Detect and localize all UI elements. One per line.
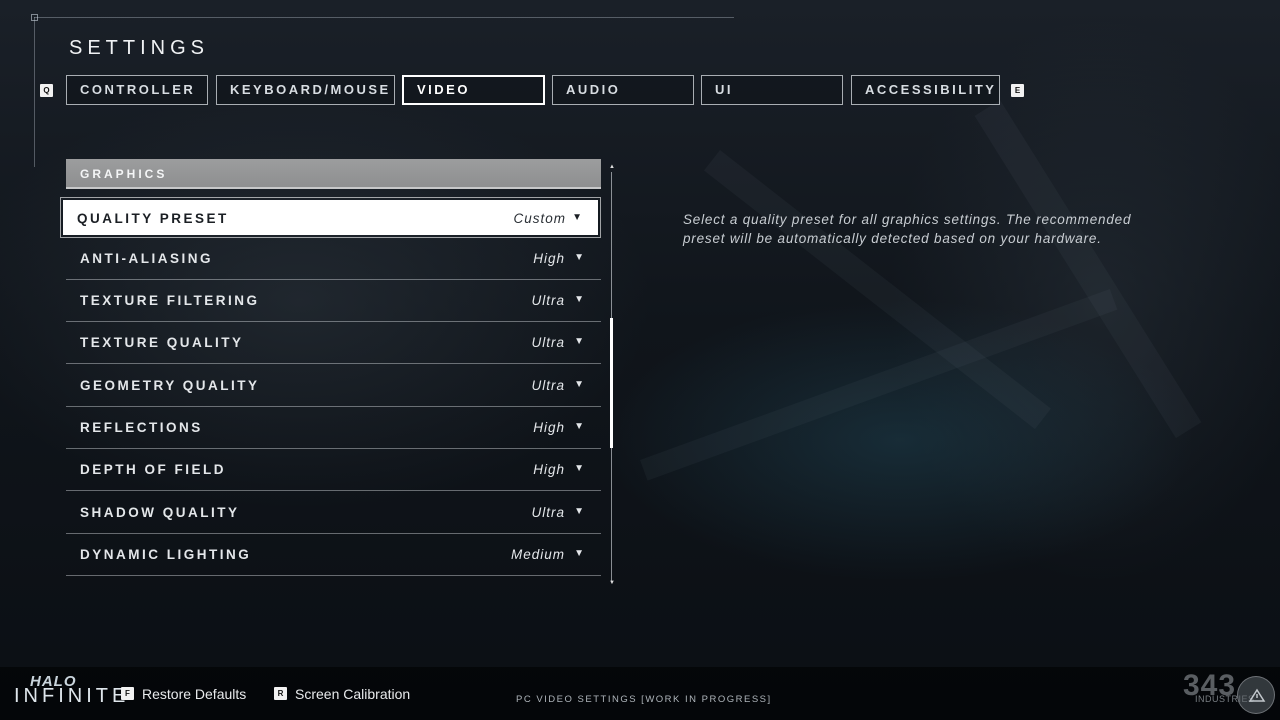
setting-label: TEXTURE FILTERING [80,293,260,308]
dropdown-arrow-icon[interactable]: ▼ [574,294,584,305]
setting-description: Select a quality preset for all graphics… [683,212,1132,246]
tab-audio[interactable]: AUDIO [552,75,694,105]
setting-value: Ultra [531,378,565,393]
setting-label: TEXTURE QUALITY [80,335,244,350]
tab-video[interactable]: VIDEO [402,75,545,105]
setting-value: Ultra [531,505,565,520]
tab-ui[interactable]: UI [701,75,843,105]
setting-value: Ultra [531,293,565,308]
next-tab-key-hint[interactable]: E [1011,84,1024,97]
dropdown-arrow-icon[interactable]: ▼ [574,379,584,390]
restore-defaults-button[interactable]: Restore Defaults [142,686,246,702]
setting-value: High [533,420,565,435]
network-status-icon [1237,676,1275,714]
setting-row-geometry-quality[interactable]: GEOMETRY QUALITY Ultra ▼ [66,365,601,407]
scroll-up-icon[interactable]: ▲ [609,164,615,170]
setting-row-anti-aliasing[interactable]: ANTI-ALIASING High ▼ [66,238,601,280]
setting-row-shadow-quality[interactable]: SHADOW QUALITY Ultra ▼ [66,492,601,534]
setting-label: REFLECTIONS [80,420,203,435]
tab-controller[interactable]: CONTROLLER [66,75,208,105]
setting-label: QUALITY PRESET [77,211,229,226]
setting-row-texture-filtering[interactable]: TEXTURE FILTERING Ultra ▼ [66,280,601,322]
setting-value: High [533,462,565,477]
setting-row-dynamic-lighting[interactable]: DYNAMIC LIGHTING Medium ▼ [66,534,601,576]
frame-line-top [34,17,734,18]
dropdown-arrow-icon[interactable]: ▼ [574,421,584,432]
setting-row-reflections[interactable]: REFLECTIONS High ▼ [66,407,601,449]
page-title: SETTINGS [69,37,210,59]
game-logo-bottom: INFINITE [14,685,130,707]
setting-row-texture-quality[interactable]: TEXTURE QUALITY Ultra ▼ [66,322,601,364]
dropdown-arrow-icon[interactable]: ▼ [574,252,584,263]
footer-note: PC VIDEO SETTINGS [WORK IN PROGRESS] [516,694,772,705]
screen-calibration-key-hint[interactable]: R [274,687,287,700]
section-header-graphics: GRAPHICS [66,159,601,189]
setting-row-depth-of-field[interactable]: DEPTH OF FIELD High ▼ [66,449,601,491]
setting-label: GEOMETRY QUALITY [80,378,260,393]
frame-line-left [34,17,35,167]
dropdown-arrow-icon[interactable]: ▼ [572,212,582,223]
scrollbar-thumb[interactable] [610,318,613,448]
setting-label: SHADOW QUALITY [80,505,240,520]
setting-label: DYNAMIC LIGHTING [80,547,252,562]
setting-value: Custom [513,211,566,226]
scroll-down-icon[interactable]: ▼ [609,580,615,586]
prev-tab-key-hint[interactable]: Q [40,84,53,97]
setting-label: ANTI-ALIASING [80,251,213,266]
screen-calibration-button[interactable]: Screen Calibration [295,686,410,702]
dropdown-arrow-icon[interactable]: ▼ [574,336,584,347]
dropdown-arrow-icon[interactable]: ▼ [574,463,584,474]
setting-label: DEPTH OF FIELD [80,462,226,477]
background-streak [640,288,1118,481]
dropdown-arrow-icon[interactable]: ▼ [574,506,584,517]
dropdown-arrow-icon[interactable]: ▼ [574,548,584,559]
tab-keyboard-mouse[interactable]: KEYBOARD/MOUSE [216,75,395,105]
restore-defaults-key-hint[interactable]: F [121,687,134,700]
setting-value: High [533,251,565,266]
setting-value: Ultra [531,335,565,350]
setting-row-quality-preset[interactable]: QUALITY PRESET Custom ▼ [60,197,601,238]
frame-corner-marker [31,14,38,21]
tab-accessibility[interactable]: ACCESSIBILITY [851,75,1000,105]
setting-value: Medium [510,547,565,562]
